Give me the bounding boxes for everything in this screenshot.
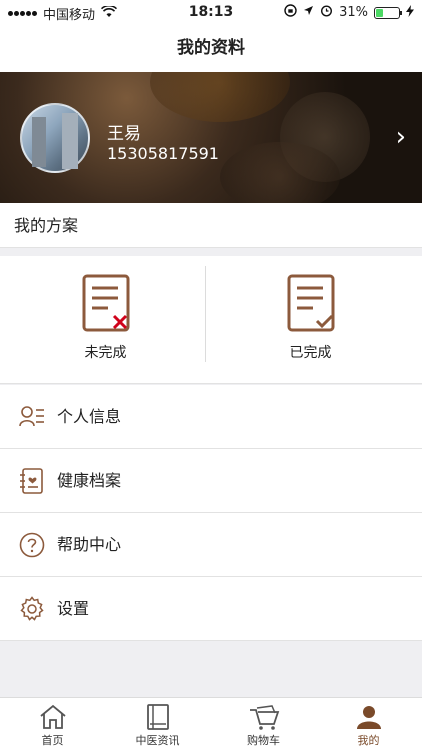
home-icon [39,704,66,729]
tab-cart[interactable]: 购物车 [211,698,316,750]
tab-label: 购物车 [247,734,280,747]
tab-label: 首页 [41,734,64,747]
plan-complete-label: 已完成 [289,345,332,361]
cart-icon [249,705,279,730]
plan-divider [205,266,206,362]
alarm-icon [320,4,333,21]
incomplete-doc-icon [82,274,130,332]
plan-panel: 未完成 已完成 [0,256,422,384]
profile-icon [356,706,381,729]
rotation-lock-icon [284,4,297,21]
menu-label: 个人信息 [57,407,122,426]
plan-complete[interactable]: 已完成 [211,256,422,384]
profile-name: 王易 [107,124,141,144]
section-title: 我的方案 [0,203,422,248]
profile-phone: 15305817591 [107,144,219,163]
menu-item-health-record[interactable]: 健康档案 [0,449,422,513]
battery-percent: 31% [339,5,368,20]
tab-label: 我的 [357,734,380,747]
tab-mine[interactable]: 我的 [316,698,421,750]
charging-icon [406,4,414,21]
health-record-icon [20,468,43,494]
tab-tcm-news[interactable]: 中医资讯 [105,698,210,750]
tab-home[interactable]: 首页 [0,698,105,750]
page-title: 我的资料 [0,24,422,72]
settings-icon [20,596,44,621]
battery-icon [374,6,402,19]
book-icon [146,704,169,730]
complete-doc-icon [287,274,335,332]
avatar[interactable] [20,103,90,173]
menu-label: 健康档案 [57,471,122,490]
menu-label: 设置 [57,599,90,618]
menu-item-personal-info[interactable]: 个人信息 [0,385,422,449]
status-bar: 中国移动 18:13 31% [0,0,422,24]
menu-item-help-center[interactable]: 帮助中心 [0,513,422,577]
tab-bar: 首页 中医资讯 购物车 我的 [0,697,422,750]
chevron-right-icon[interactable]: › [396,124,406,150]
tab-label: 中医资讯 [135,734,180,747]
plan-incomplete-label: 未完成 [84,345,127,361]
user-info-icon [19,406,44,427]
menu-label: 帮助中心 [57,535,122,554]
profile-banner[interactable]: 王易 15305817591 › [0,72,422,203]
help-icon [19,532,45,558]
menu-item-settings[interactable]: 设置 [0,577,422,641]
plan-incomplete[interactable]: 未完成 [0,256,211,384]
menu-list: 个人信息 健康档案 帮助中心 设置 [0,385,422,641]
location-icon [303,5,314,20]
